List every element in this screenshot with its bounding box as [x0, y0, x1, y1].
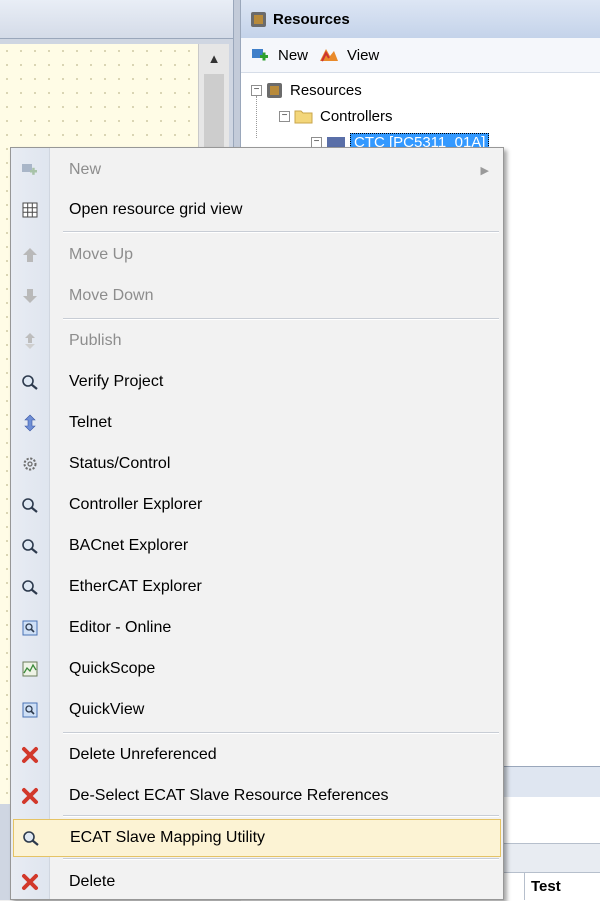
- magnifier-icon: [22, 375, 38, 390]
- menu-item-delete-unreferenced[interactable]: Delete Unreferenced: [13, 736, 501, 774]
- view-icon: [320, 49, 339, 62]
- column-header-test[interactable]: Test: [524, 872, 600, 900]
- arrow-up-icon: [23, 248, 37, 262]
- resources-title: Resources: [273, 10, 350, 28]
- menu-item-label: ECAT Slave Mapping Utility: [70, 829, 266, 846]
- menu-separator: [63, 858, 499, 860]
- menu-item-label: Controller Explorer: [69, 496, 203, 513]
- menu-item-label: QuickView: [69, 701, 145, 718]
- menu-separator: [63, 732, 499, 734]
- menu-item-label: Editor - Online: [69, 619, 172, 636]
- resources-icon: [251, 11, 266, 27]
- menu-item-delete[interactable]: Delete: [13, 863, 501, 901]
- red-x-icon: [22, 788, 38, 804]
- menu-item-label: De-Select ECAT Slave Resource References: [69, 787, 389, 804]
- scroll-up-arrow-icon[interactable]: ▲: [199, 44, 229, 72]
- menu-item-quickview[interactable]: QuickView: [13, 691, 501, 729]
- grid-icon: [22, 202, 38, 218]
- magnifier-icon: [22, 498, 38, 513]
- menu-item-label: Delete Unreferenced: [69, 746, 217, 763]
- menu-item-deselect-ecat-slave-resource-references[interactable]: De-Select ECAT Slave Resource References: [13, 777, 501, 815]
- menu-item-label: Delete: [69, 873, 116, 890]
- menu-item-label: Move Down: [69, 287, 154, 304]
- quickview-icon: [22, 702, 38, 718]
- menu-item-label: Verify Project: [69, 373, 164, 390]
- editor-online-icon: [22, 620, 38, 636]
- collapse-icon[interactable]: −: [251, 84, 262, 96]
- menu-item-label: Telnet: [69, 414, 112, 431]
- editor-header: [0, 0, 233, 39]
- magnifier-icon: [22, 580, 38, 595]
- menu-item-publish[interactable]: Publish: [13, 322, 501, 360]
- collapse-icon[interactable]: −: [279, 110, 290, 122]
- menu-item-move-up[interactable]: Move Up: [13, 236, 501, 274]
- gear-icon: [23, 457, 37, 471]
- context-menu: New ▶ Open resource grid view Move Up Mo…: [10, 147, 504, 900]
- tree-item-controllers[interactable]: − Controllers: [279, 104, 393, 128]
- menu-item-label: Open resource grid view: [69, 201, 243, 218]
- menu-separator: [63, 231, 499, 233]
- red-x-icon: [22, 747, 38, 763]
- menu-item-label: Status/Control: [69, 455, 171, 472]
- menu-separator: [63, 318, 499, 320]
- menu-item-label: EtherCAT Explorer: [69, 578, 202, 595]
- menu-item-label: Publish: [69, 332, 122, 349]
- magnifier-icon: [22, 539, 38, 554]
- red-x-icon: [22, 874, 38, 890]
- menu-item-label: Move Up: [69, 246, 134, 263]
- scope-icon: [22, 661, 38, 677]
- menu-item-move-down[interactable]: Move Down: [13, 277, 501, 315]
- menu-item-label: QuickScope: [69, 660, 156, 677]
- view-button-label: View: [347, 46, 380, 64]
- resources-toolbar: New View: [241, 38, 600, 73]
- magnifier-icon: [23, 831, 39, 846]
- menu-item-editor-online[interactable]: Editor - Online: [13, 609, 501, 647]
- tree-item-resources[interactable]: − Resources: [251, 78, 362, 102]
- arrow-down-icon: [23, 289, 37, 303]
- menu-item-verify-project[interactable]: Verify Project: [13, 363, 501, 401]
- column-header-label: Test: [531, 877, 561, 895]
- folder-icon: [294, 110, 313, 124]
- tree-item-label: Resources: [290, 81, 362, 99]
- menu-item-label: BACnet Explorer: [69, 537, 189, 554]
- menu-item-label: New: [69, 161, 102, 178]
- publish-icon: [25, 333, 35, 349]
- telnet-icon: [24, 414, 36, 432]
- resources-title-bar: Resources: [241, 0, 600, 39]
- view-button[interactable]: View: [318, 46, 379, 64]
- tree-item-label: Controllers: [320, 107, 393, 125]
- menu-item-bacnet-explorer[interactable]: BACnet Explorer: [13, 527, 501, 565]
- submenu-arrow-icon: ▶: [480, 164, 489, 177]
- menu-item-controller-explorer[interactable]: Controller Explorer: [13, 486, 501, 524]
- menu-item-telnet[interactable]: Telnet: [13, 404, 501, 442]
- new-button-label: New: [278, 46, 309, 64]
- menu-item-ecat-slave-mapping-utility[interactable]: ECAT Slave Mapping Utility: [13, 819, 501, 857]
- menu-item-ethercat-explorer[interactable]: EtherCAT Explorer: [13, 568, 501, 606]
- menu-item-open-resource-grid-view[interactable]: Open resource grid view: [13, 191, 501, 229]
- menu-item-status-control[interactable]: Status/Control: [13, 445, 501, 483]
- menu-separator: [63, 815, 499, 817]
- new-icon: [22, 164, 37, 175]
- menu-item-quickscope[interactable]: QuickScope: [13, 650, 501, 688]
- resources-folder-icon: [267, 82, 282, 98]
- menu-item-new[interactable]: New ▶: [13, 151, 501, 189]
- new-button[interactable]: New: [251, 47, 308, 64]
- collapse-icon[interactable]: −: [311, 136, 322, 148]
- new-add-icon: [252, 49, 268, 61]
